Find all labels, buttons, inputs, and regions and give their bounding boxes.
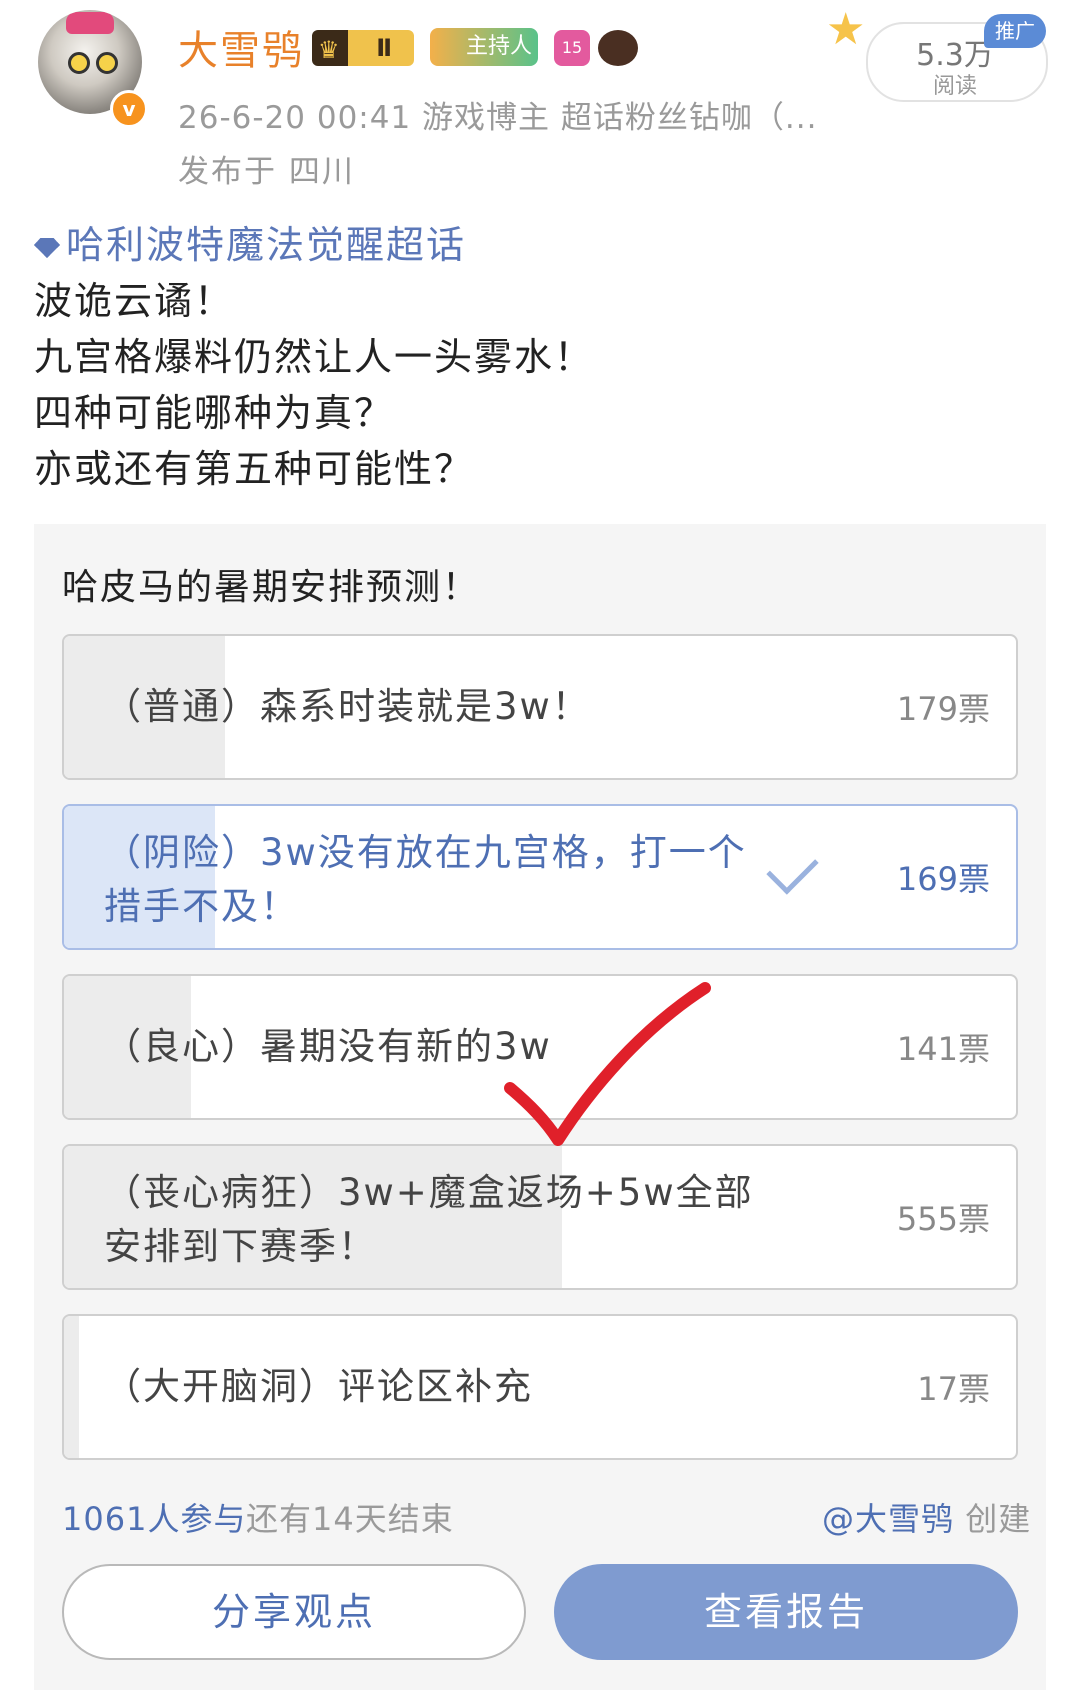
gem-badge[interactable]: 15 xyxy=(554,30,590,66)
poll-participants: 1061人参与 xyxy=(62,1500,247,1538)
poll-option-votes: 169票 xyxy=(896,860,990,898)
check-icon xyxy=(766,842,819,895)
red-check-annotation xyxy=(504,982,711,1146)
post-line: 亦或还有第五种可能性？ xyxy=(34,447,475,491)
poll-option-label: （丧心病狂）3w+魔盒返场+5w全部 xyxy=(104,1171,754,1214)
poll-remaining: 还有14天结束 xyxy=(246,1500,454,1538)
level-badge-label: Ⅱ xyxy=(376,34,392,62)
poll-option-votes: 179票 xyxy=(896,690,990,728)
view-report-button[interactable]: 查看报告 xyxy=(554,1564,1018,1660)
host-badge-label: 主持人 xyxy=(466,34,533,59)
reads-label: 阅读 xyxy=(932,74,977,99)
gem-badge-label: 15 xyxy=(561,38,583,57)
poll-option-votes: 141票 xyxy=(896,1030,990,1068)
post-meta: 26-6-20 00:41 游戏博主 超话粉丝钻咖（... xyxy=(178,100,818,136)
crown-icon: ♛ xyxy=(318,36,340,64)
star-decoration-icon: ★ xyxy=(826,4,866,55)
owl-eye-left xyxy=(68,52,90,74)
super-topic-label: 哈利波特魔法觉醒超话 xyxy=(66,223,467,267)
poll-option[interactable]: （大开脑洞）评论区补充 17票 xyxy=(62,1314,1018,1460)
verified-badge-icon: v xyxy=(110,90,148,128)
poll-option-label-line2: 安排到下赛季！ xyxy=(104,1225,377,1268)
post-line: 九宫格爆料仍然让人一头雾水！ xyxy=(34,335,595,379)
promo-badge[interactable]: 推广 xyxy=(984,14,1046,48)
poll-creator-suffix: 创建 xyxy=(954,1500,1032,1538)
owl-eye-right xyxy=(96,52,118,74)
poll-option-label: （良心）暑期没有新的3w xyxy=(104,1025,552,1068)
author-name[interactable]: 大雪鸮 xyxy=(178,18,304,76)
post-location: 发布于 四川 xyxy=(178,154,355,190)
poll-option-label: （大开脑洞）评论区补充 xyxy=(104,1365,533,1408)
level-badge[interactable]: ♛ Ⅱ xyxy=(312,30,414,66)
poll-title: 哈皮马的暑期安排预测！ xyxy=(62,567,481,608)
poll-option[interactable]: （普通）森系时装就是3w！ 179票 xyxy=(62,634,1018,780)
poll-option-votes: 555票 xyxy=(896,1200,990,1238)
bow-decoration xyxy=(66,12,114,34)
poll-option[interactable]: （丧心病狂）3w+魔盒返场+5w全部 安排到下赛季！ 555票 xyxy=(62,1144,1018,1290)
poll-creator[interactable]: @大雪鸮 创建 xyxy=(822,1494,1031,1540)
poll-option-selected[interactable]: （阴险）3w没有放在九宫格，打一个 措手不及！ 169票 xyxy=(62,804,1018,950)
share-opinion-button[interactable]: 分享观点 xyxy=(62,1564,526,1660)
post-line: 四种可能哪种为真？ xyxy=(34,391,395,435)
poll-option-votes: 17票 xyxy=(917,1370,990,1408)
poll-option-label: （普通）森系时装就是3w！ xyxy=(104,685,591,728)
poll-option-fill xyxy=(64,1316,80,1458)
host-badge[interactable]: 主持人 xyxy=(430,28,538,66)
post-line: 波诡云谲！ xyxy=(34,279,235,323)
poll-option-label-line2: 措手不及！ xyxy=(104,885,299,928)
diamond-icon xyxy=(34,238,60,258)
poll-creator-name[interactable]: @大雪鸮 xyxy=(822,1500,954,1538)
poll-option-label: （阴险）3w没有放在九宫格，打一个 xyxy=(104,831,747,874)
fan-badge-icon[interactable] xyxy=(598,30,638,66)
super-topic-link[interactable]: 哈利波特魔法觉醒超话 xyxy=(34,214,466,269)
